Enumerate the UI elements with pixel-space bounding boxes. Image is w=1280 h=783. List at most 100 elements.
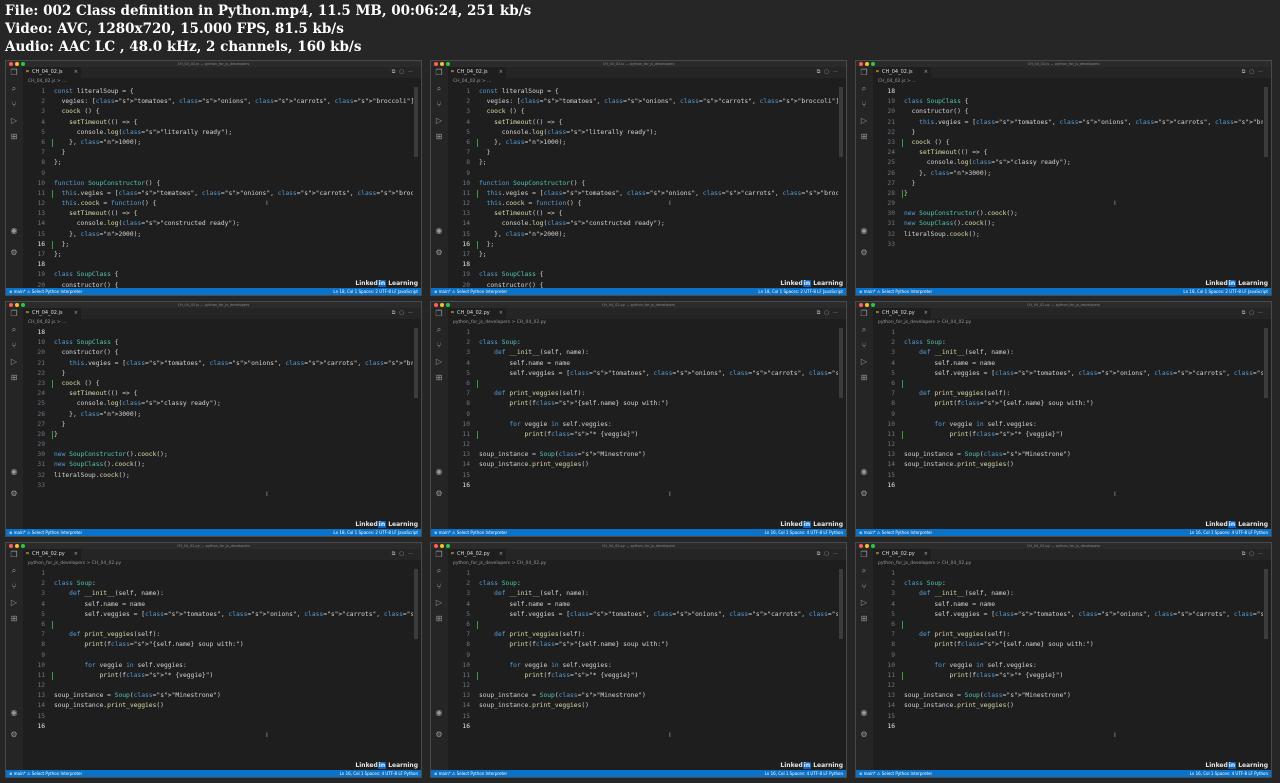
editor-actions-icon[interactable]: ⧉▢⋯ — [392, 549, 417, 560]
account-icon[interactable]: ◉ — [10, 468, 18, 476]
source-control-icon[interactable]: ⑂ — [860, 342, 868, 350]
settings-gear-icon[interactable]: ⚙ — [860, 249, 868, 257]
files-icon[interactable]: ❐ — [10, 69, 18, 77]
extensions-icon[interactable]: ⊞ — [860, 615, 868, 623]
settings-gear-icon[interactable]: ⚙ — [860, 490, 868, 498]
source-control-icon[interactable]: ⑂ — [10, 101, 18, 109]
editor-tab[interactable]: ⌗ CH_04_02.py × — [448, 308, 506, 319]
settings-gear-icon[interactable]: ⚙ — [435, 731, 443, 739]
run-debug-icon[interactable]: ▷ — [435, 358, 443, 366]
files-icon[interactable]: ❐ — [10, 310, 18, 318]
extensions-icon[interactable]: ⊞ — [10, 374, 18, 382]
editor-actions-icon[interactable]: ⧉▢⋯ — [817, 549, 842, 560]
account-icon[interactable]: ◉ — [435, 709, 443, 717]
run-debug-icon[interactable]: ▷ — [10, 117, 18, 125]
close-tab-icon[interactable]: × — [499, 67, 503, 78]
source-control-icon[interactable]: ⑂ — [435, 583, 443, 591]
files-icon[interactable]: ❐ — [435, 310, 443, 318]
status-right[interactable]: Ln 18, Col 1 Spaces: 2 UTF-8 LF JavaScri… — [333, 529, 418, 536]
settings-gear-icon[interactable]: ⚙ — [10, 249, 18, 257]
code-editor[interactable]: 18 19 class SoupClass {20 constructor() {2… — [23, 328, 413, 529]
status-left[interactable]: ⊗ main* ⚠ Select Python Interpreter — [9, 770, 82, 777]
status-right[interactable]: Ln 16, Col 1 Spaces: 4 UTF-8 LF Python — [1190, 529, 1268, 536]
code-editor[interactable]: 1 2 class Soup: 3 def __init__(self, name):… — [448, 328, 838, 529]
status-left[interactable]: ⊗ main* ⚠ Select Python Interpreter — [859, 288, 932, 295]
status-left[interactable]: ⊗ main* ⚠ Select Python Interpreter — [434, 288, 507, 295]
status-left[interactable]: ⊗ main* ⚠ Select Python Interpreter — [859, 770, 932, 777]
run-debug-icon[interactable]: ▷ — [435, 599, 443, 607]
editor-tab[interactable]: ⌗ CH_04_02.py × — [23, 549, 81, 560]
code-editor[interactable]: 1 const literalSoup = {2 vegies: [class="… — [23, 87, 413, 288]
extensions-icon[interactable]: ⊞ — [435, 374, 443, 382]
scrollbar-thumb[interactable] — [1264, 569, 1268, 639]
status-right[interactable]: Ln 18, Col 1 Spaces: 2 UTF-8 LF JavaScri… — [333, 288, 418, 295]
status-right[interactable]: Ln 16, Col 1 Spaces: 4 UTF-8 LF Python — [765, 529, 843, 536]
status-left[interactable]: ⊗ main* ⚠ Select Python Interpreter — [9, 288, 82, 295]
settings-gear-icon[interactable]: ⚙ — [10, 490, 18, 498]
files-icon[interactable]: ❐ — [435, 69, 443, 77]
code-editor[interactable]: 1 2 class Soup: 3 def __init__(self, name):… — [873, 569, 1263, 770]
account-icon[interactable]: ◉ — [10, 709, 18, 717]
files-icon[interactable]: ❐ — [860, 310, 868, 318]
source-control-icon[interactable]: ⑂ — [435, 342, 443, 350]
source-control-icon[interactable]: ⑂ — [10, 583, 18, 591]
editor-actions-icon[interactable]: ⧉▢⋯ — [817, 67, 842, 78]
run-debug-icon[interactable]: ▷ — [860, 358, 868, 366]
search-icon[interactable]: ⌕ — [435, 326, 443, 334]
source-control-icon[interactable]: ⑂ — [860, 583, 868, 591]
account-icon[interactable]: ◉ — [10, 227, 18, 235]
search-icon[interactable]: ⌕ — [860, 326, 868, 334]
close-tab-icon[interactable]: × — [74, 549, 78, 560]
run-debug-icon[interactable]: ▷ — [435, 117, 443, 125]
editor-actions-icon[interactable]: ⧉▢⋯ — [1242, 549, 1267, 560]
source-control-icon[interactable]: ⑂ — [10, 342, 18, 350]
extensions-icon[interactable]: ⊞ — [10, 133, 18, 141]
editor-actions-icon[interactable]: ⧉▢⋯ — [392, 67, 417, 78]
scrollbar-thumb[interactable] — [414, 328, 418, 398]
status-right[interactable]: Ln 16, Col 1 Spaces: 4 UTF-8 LF Python — [1190, 770, 1268, 777]
settings-gear-icon[interactable]: ⚙ — [10, 731, 18, 739]
close-tab-icon[interactable]: × — [499, 308, 503, 319]
files-icon[interactable]: ❐ — [10, 551, 18, 559]
settings-gear-icon[interactable]: ⚙ — [435, 490, 443, 498]
search-icon[interactable]: ⌕ — [435, 85, 443, 93]
scrollbar-thumb[interactable] — [839, 328, 843, 398]
editor-tab[interactable]: ⌗ CH_04_02.js × — [448, 67, 506, 78]
close-tab-icon[interactable]: × — [924, 67, 928, 78]
scrollbar-thumb[interactable] — [414, 569, 418, 639]
search-icon[interactable]: ⌕ — [10, 326, 18, 334]
editor-actions-icon[interactable]: ⧉▢⋯ — [1242, 67, 1267, 78]
editor-tab[interactable]: ⌗ CH_04_02.js × — [23, 67, 81, 78]
search-icon[interactable]: ⌕ — [860, 85, 868, 93]
settings-gear-icon[interactable]: ⚙ — [860, 731, 868, 739]
code-editor[interactable]: 1 2 class Soup: 3 def __init__(self, name):… — [448, 569, 838, 770]
account-icon[interactable]: ◉ — [860, 227, 868, 235]
account-icon[interactable]: ◉ — [860, 468, 868, 476]
search-icon[interactable]: ⌕ — [435, 567, 443, 575]
editor-actions-icon[interactable]: ⧉▢⋯ — [392, 308, 417, 319]
files-icon[interactable]: ❐ — [435, 551, 443, 559]
account-icon[interactable]: ◉ — [435, 468, 443, 476]
status-right[interactable]: Ln 18, Col 1 Spaces: 2 UTF-8 LF JavaScri… — [758, 288, 843, 295]
code-editor[interactable]: 1 const literalSoup = {2 vegies: [class="… — [448, 87, 838, 288]
close-tab-icon[interactable]: × — [924, 549, 928, 560]
files-icon[interactable]: ❐ — [860, 551, 868, 559]
extensions-icon[interactable]: ⊞ — [860, 374, 868, 382]
editor-actions-icon[interactable]: ⧉▢⋯ — [1242, 308, 1267, 319]
scrollbar-thumb[interactable] — [1264, 328, 1268, 398]
close-tab-icon[interactable]: × — [924, 308, 928, 319]
search-icon[interactable]: ⌕ — [860, 567, 868, 575]
code-editor[interactable]: 1 2 class Soup: 3 def __init__(self, name):… — [23, 569, 413, 770]
run-debug-icon[interactable]: ▷ — [10, 358, 18, 366]
status-right[interactable]: Ln 16, Col 1 Spaces: 4 UTF-8 LF Python — [765, 770, 843, 777]
extensions-icon[interactable]: ⊞ — [435, 133, 443, 141]
search-icon[interactable]: ⌕ — [10, 85, 18, 93]
editor-tab[interactable]: ⌗ CH_04_02.py × — [448, 549, 506, 560]
code-editor[interactable]: 1 2 class Soup: 3 def __init__(self, name):… — [873, 328, 1263, 529]
editor-tab[interactable]: ⌗ CH_04_02.js × — [23, 308, 81, 319]
editor-tab[interactable]: ⌗ CH_04_02.py × — [873, 308, 931, 319]
extensions-icon[interactable]: ⊞ — [435, 615, 443, 623]
status-left[interactable]: ⊗ main* ⚠ Select Python Interpreter — [859, 529, 932, 536]
run-debug-icon[interactable]: ▷ — [10, 599, 18, 607]
extensions-icon[interactable]: ⊞ — [860, 133, 868, 141]
